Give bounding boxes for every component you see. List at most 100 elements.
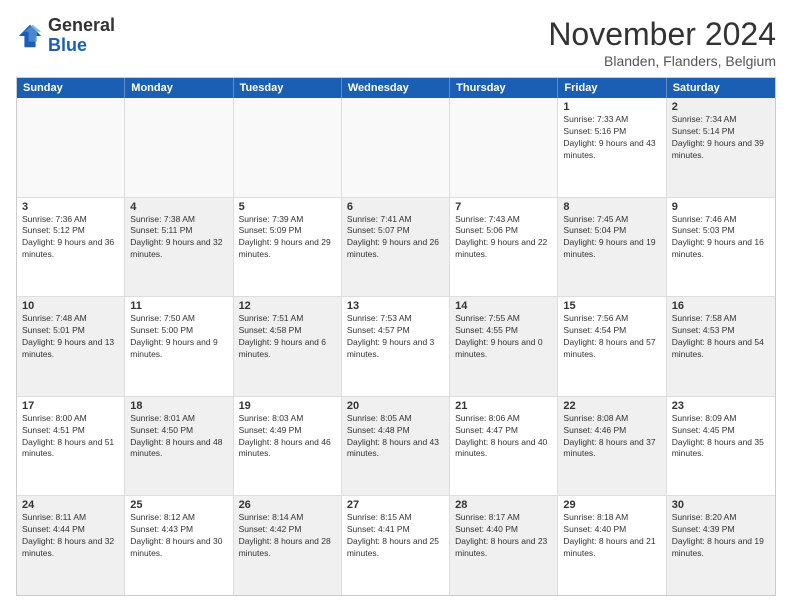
day-number: 6 xyxy=(347,201,444,213)
calendar-cell: 15Sunrise: 7:56 AM Sunset: 4:54 PM Dayli… xyxy=(558,297,666,396)
calendar-cell: 20Sunrise: 8:05 AM Sunset: 4:48 PM Dayli… xyxy=(342,397,450,496)
day-info: Sunrise: 7:41 AM Sunset: 5:07 PM Dayligh… xyxy=(347,214,444,262)
calendar-cell: 25Sunrise: 8:12 AM Sunset: 4:43 PM Dayli… xyxy=(125,496,233,595)
day-info: Sunrise: 8:03 AM Sunset: 4:49 PM Dayligh… xyxy=(239,413,336,461)
calendar-cell: 6Sunrise: 7:41 AM Sunset: 5:07 PM Daylig… xyxy=(342,198,450,297)
day-info: Sunrise: 7:50 AM Sunset: 5:00 PM Dayligh… xyxy=(130,313,227,361)
calendar-cell xyxy=(450,98,558,197)
title-block: November 2024 Blanden, Flanders, Belgium xyxy=(548,16,776,69)
day-number: 28 xyxy=(455,499,552,511)
day-info: Sunrise: 8:01 AM Sunset: 4:50 PM Dayligh… xyxy=(130,413,227,461)
day-info: Sunrise: 7:51 AM Sunset: 4:58 PM Dayligh… xyxy=(239,313,336,361)
logo-text: General Blue xyxy=(48,16,115,56)
day-info: Sunrise: 8:06 AM Sunset: 4:47 PM Dayligh… xyxy=(455,413,552,461)
calendar: SundayMondayTuesdayWednesdayThursdayFrid… xyxy=(16,77,776,596)
calendar-cell: 21Sunrise: 8:06 AM Sunset: 4:47 PM Dayli… xyxy=(450,397,558,496)
calendar-cell: 22Sunrise: 8:08 AM Sunset: 4:46 PM Dayli… xyxy=(558,397,666,496)
day-number: 11 xyxy=(130,300,227,312)
cal-header-cell: Saturday xyxy=(667,78,775,98)
calendar-cell: 19Sunrise: 8:03 AM Sunset: 4:49 PM Dayli… xyxy=(234,397,342,496)
calendar-row: 3Sunrise: 7:36 AM Sunset: 5:12 PM Daylig… xyxy=(17,197,775,297)
logo-icon xyxy=(16,22,44,50)
day-info: Sunrise: 8:15 AM Sunset: 4:41 PM Dayligh… xyxy=(347,512,444,560)
day-number: 14 xyxy=(455,300,552,312)
day-info: Sunrise: 7:39 AM Sunset: 5:09 PM Dayligh… xyxy=(239,214,336,262)
day-info: Sunrise: 7:45 AM Sunset: 5:04 PM Dayligh… xyxy=(563,214,660,262)
logo: General Blue xyxy=(16,16,115,56)
day-info: Sunrise: 7:56 AM Sunset: 4:54 PM Dayligh… xyxy=(563,313,660,361)
day-number: 19 xyxy=(239,400,336,412)
day-number: 4 xyxy=(130,201,227,213)
day-number: 16 xyxy=(672,300,770,312)
day-info: Sunrise: 8:20 AM Sunset: 4:39 PM Dayligh… xyxy=(672,512,770,560)
day-info: Sunrise: 7:55 AM Sunset: 4:55 PM Dayligh… xyxy=(455,313,552,361)
day-info: Sunrise: 7:38 AM Sunset: 5:11 PM Dayligh… xyxy=(130,214,227,262)
day-info: Sunrise: 8:05 AM Sunset: 4:48 PM Dayligh… xyxy=(347,413,444,461)
cal-header-cell: Thursday xyxy=(450,78,558,98)
day-info: Sunrise: 7:34 AM Sunset: 5:14 PM Dayligh… xyxy=(672,114,770,162)
day-info: Sunrise: 7:58 AM Sunset: 4:53 PM Dayligh… xyxy=(672,313,770,361)
day-number: 30 xyxy=(672,499,770,511)
day-number: 17 xyxy=(22,400,119,412)
calendar-cell: 18Sunrise: 8:01 AM Sunset: 4:50 PM Dayli… xyxy=(125,397,233,496)
day-number: 15 xyxy=(563,300,660,312)
calendar-cell: 14Sunrise: 7:55 AM Sunset: 4:55 PM Dayli… xyxy=(450,297,558,396)
day-number: 12 xyxy=(239,300,336,312)
day-number: 9 xyxy=(672,201,770,213)
calendar-cell: 1Sunrise: 7:33 AM Sunset: 5:16 PM Daylig… xyxy=(558,98,666,197)
calendar-cell xyxy=(125,98,233,197)
calendar-row: 10Sunrise: 7:48 AM Sunset: 5:01 PM Dayli… xyxy=(17,296,775,396)
logo-general: General xyxy=(48,16,115,36)
day-number: 1 xyxy=(563,101,660,113)
calendar-row: 17Sunrise: 8:00 AM Sunset: 4:51 PM Dayli… xyxy=(17,396,775,496)
header: General Blue November 2024 Blanden, Flan… xyxy=(16,16,776,69)
calendar-cell: 10Sunrise: 7:48 AM Sunset: 5:01 PM Dayli… xyxy=(17,297,125,396)
calendar-cell: 11Sunrise: 7:50 AM Sunset: 5:00 PM Dayli… xyxy=(125,297,233,396)
cal-header-cell: Tuesday xyxy=(234,78,342,98)
calendar-cell: 4Sunrise: 7:38 AM Sunset: 5:11 PM Daylig… xyxy=(125,198,233,297)
calendar-cell xyxy=(342,98,450,197)
calendar-cell: 7Sunrise: 7:43 AM Sunset: 5:06 PM Daylig… xyxy=(450,198,558,297)
day-info: Sunrise: 8:18 AM Sunset: 4:40 PM Dayligh… xyxy=(563,512,660,560)
calendar-cell: 16Sunrise: 7:58 AM Sunset: 4:53 PM Dayli… xyxy=(667,297,775,396)
cal-header-cell: Wednesday xyxy=(342,78,450,98)
day-number: 18 xyxy=(130,400,227,412)
day-number: 2 xyxy=(672,101,770,113)
day-number: 13 xyxy=(347,300,444,312)
day-info: Sunrise: 7:48 AM Sunset: 5:01 PM Dayligh… xyxy=(22,313,119,361)
calendar-cell xyxy=(17,98,125,197)
day-info: Sunrise: 7:46 AM Sunset: 5:03 PM Dayligh… xyxy=(672,214,770,262)
calendar-header: SundayMondayTuesdayWednesdayThursdayFrid… xyxy=(17,78,775,98)
day-number: 25 xyxy=(130,499,227,511)
day-info: Sunrise: 8:14 AM Sunset: 4:42 PM Dayligh… xyxy=(239,512,336,560)
calendar-cell: 24Sunrise: 8:11 AM Sunset: 4:44 PM Dayli… xyxy=(17,496,125,595)
day-number: 7 xyxy=(455,201,552,213)
logo-blue: Blue xyxy=(48,36,115,56)
calendar-cell: 5Sunrise: 7:39 AM Sunset: 5:09 PM Daylig… xyxy=(234,198,342,297)
calendar-cell: 12Sunrise: 7:51 AM Sunset: 4:58 PM Dayli… xyxy=(234,297,342,396)
calendar-cell: 3Sunrise: 7:36 AM Sunset: 5:12 PM Daylig… xyxy=(17,198,125,297)
day-info: Sunrise: 7:53 AM Sunset: 4:57 PM Dayligh… xyxy=(347,313,444,361)
day-number: 23 xyxy=(672,400,770,412)
day-number: 24 xyxy=(22,499,119,511)
day-number: 20 xyxy=(347,400,444,412)
calendar-cell: 30Sunrise: 8:20 AM Sunset: 4:39 PM Dayli… xyxy=(667,496,775,595)
day-number: 27 xyxy=(347,499,444,511)
month-title: November 2024 xyxy=(548,16,776,53)
calendar-cell: 2Sunrise: 7:34 AM Sunset: 5:14 PM Daylig… xyxy=(667,98,775,197)
calendar-cell: 28Sunrise: 8:17 AM Sunset: 4:40 PM Dayli… xyxy=(450,496,558,595)
calendar-body: 1Sunrise: 7:33 AM Sunset: 5:16 PM Daylig… xyxy=(17,98,775,595)
day-number: 3 xyxy=(22,201,119,213)
day-info: Sunrise: 8:17 AM Sunset: 4:40 PM Dayligh… xyxy=(455,512,552,560)
day-number: 21 xyxy=(455,400,552,412)
day-number: 5 xyxy=(239,201,336,213)
calendar-cell: 26Sunrise: 8:14 AM Sunset: 4:42 PM Dayli… xyxy=(234,496,342,595)
calendar-row: 1Sunrise: 7:33 AM Sunset: 5:16 PM Daylig… xyxy=(17,98,775,197)
calendar-cell: 9Sunrise: 7:46 AM Sunset: 5:03 PM Daylig… xyxy=(667,198,775,297)
day-info: Sunrise: 7:43 AM Sunset: 5:06 PM Dayligh… xyxy=(455,214,552,262)
calendar-cell: 29Sunrise: 8:18 AM Sunset: 4:40 PM Dayli… xyxy=(558,496,666,595)
cal-header-cell: Friday xyxy=(558,78,666,98)
calendar-cell: 8Sunrise: 7:45 AM Sunset: 5:04 PM Daylig… xyxy=(558,198,666,297)
calendar-row: 24Sunrise: 8:11 AM Sunset: 4:44 PM Dayli… xyxy=(17,495,775,595)
day-info: Sunrise: 8:00 AM Sunset: 4:51 PM Dayligh… xyxy=(22,413,119,461)
